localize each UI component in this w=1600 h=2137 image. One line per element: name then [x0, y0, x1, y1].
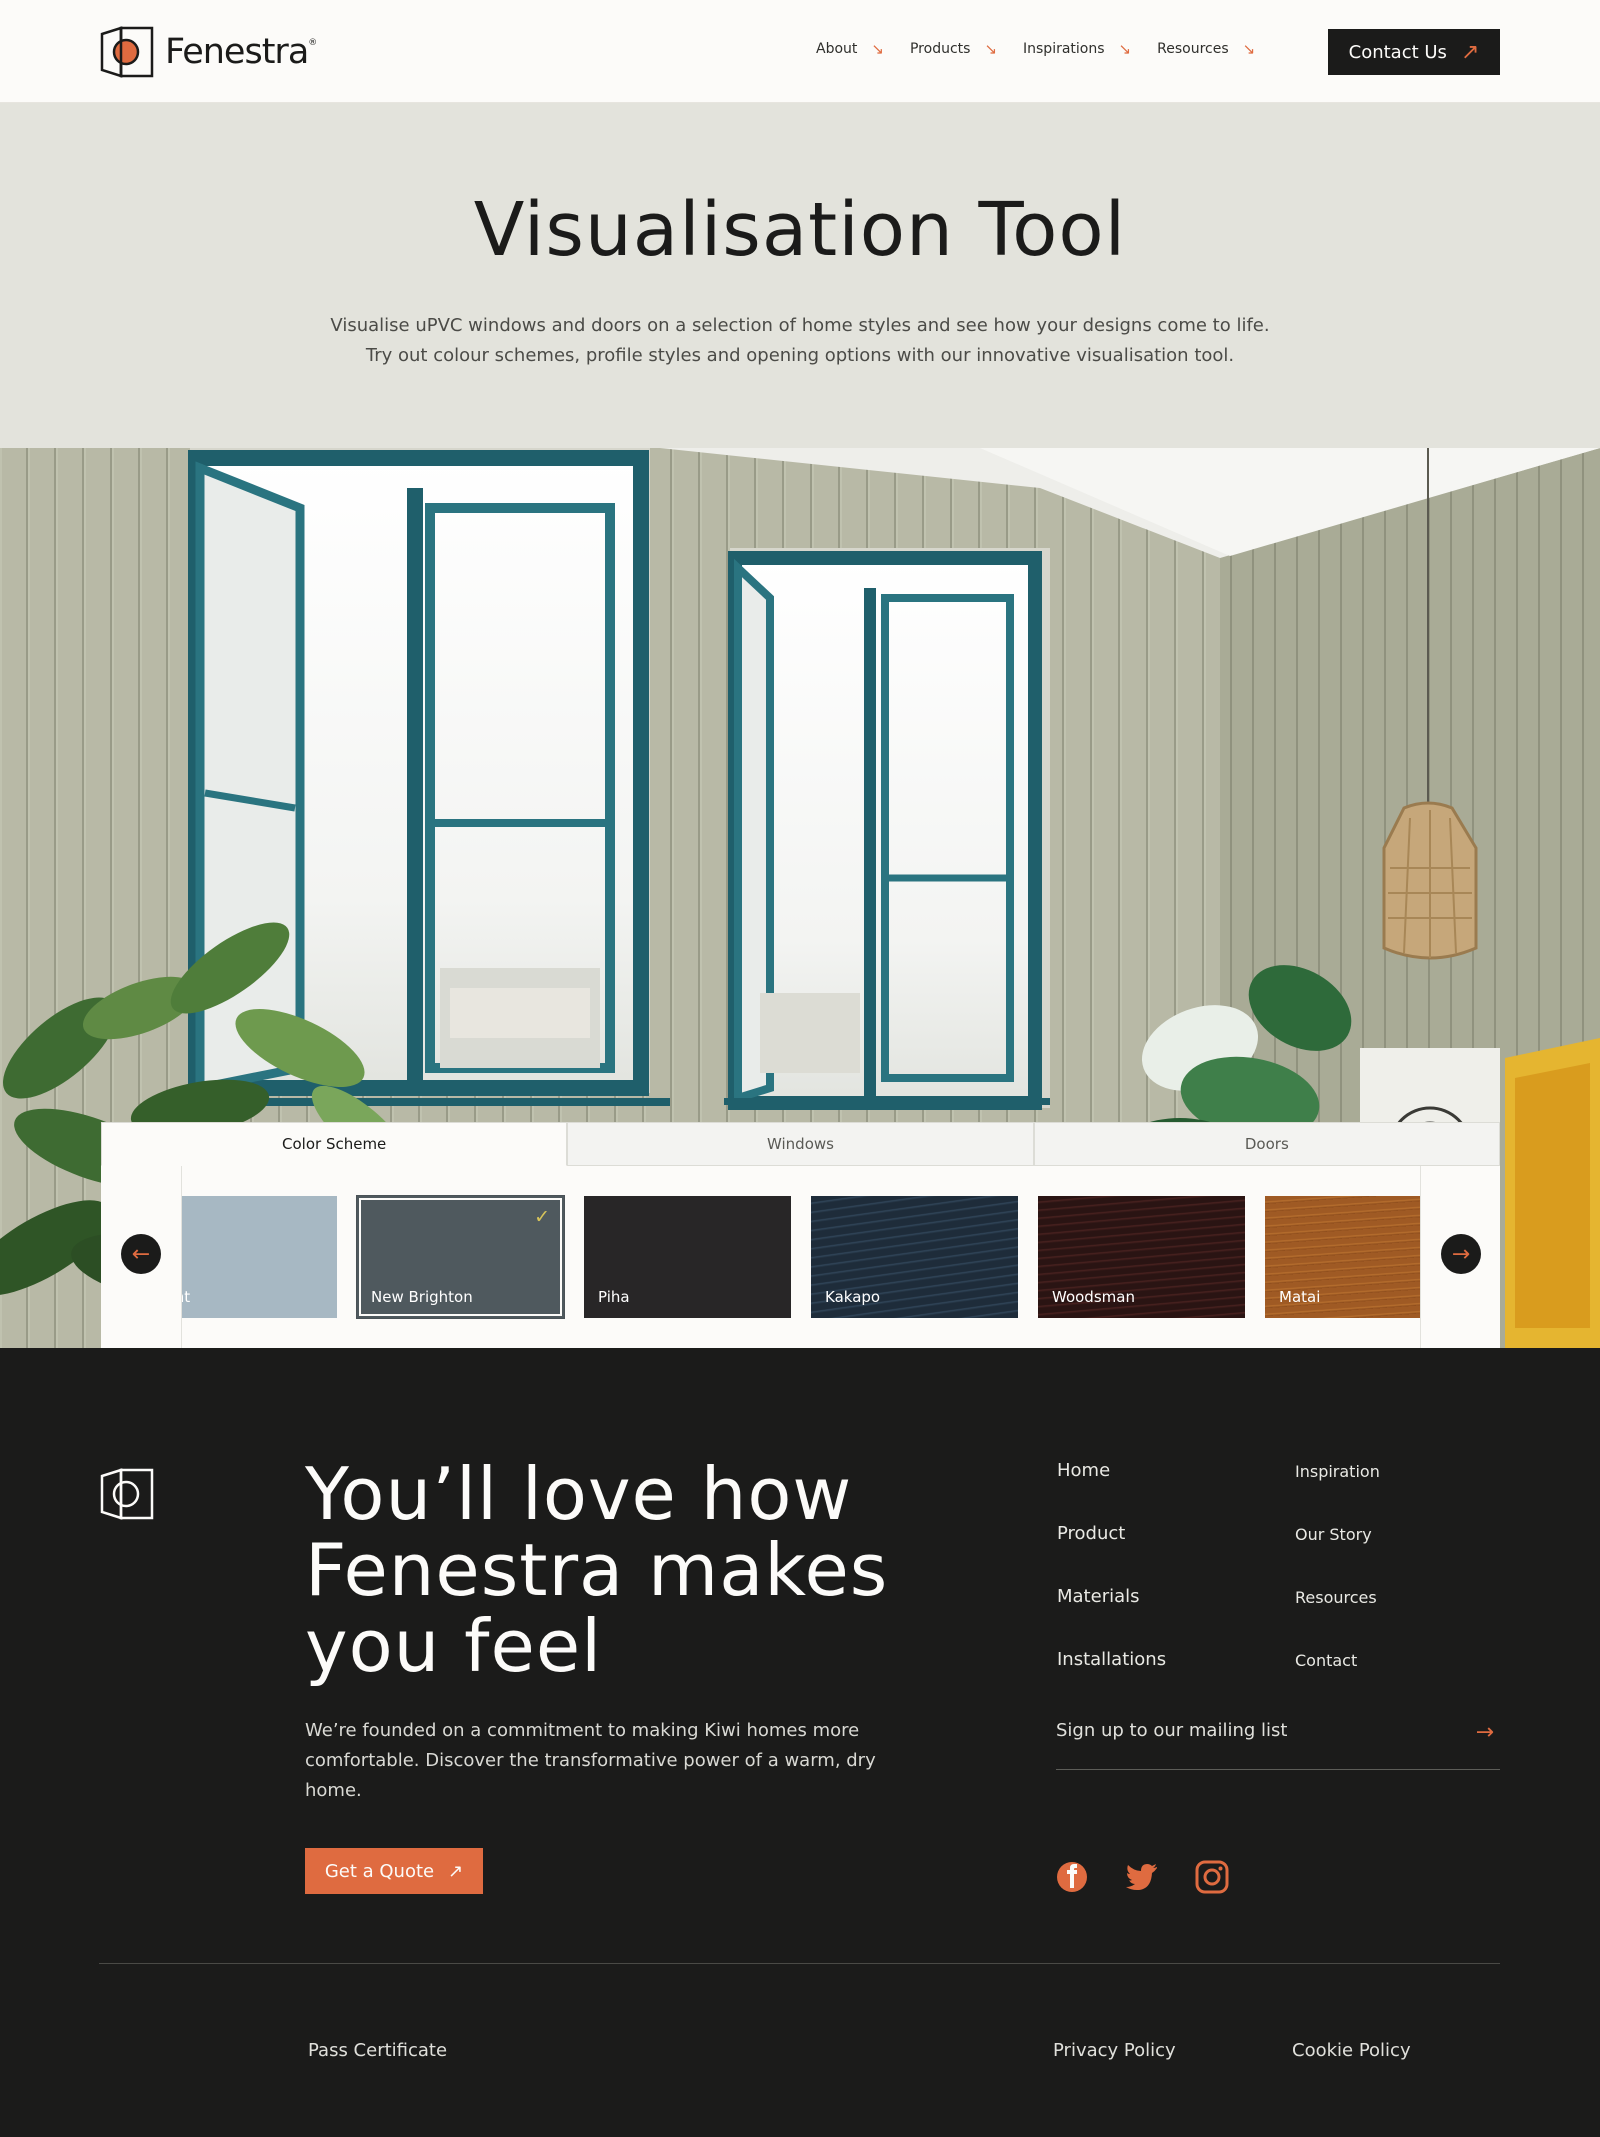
contact-us-button[interactable]: Contact Us ↗	[1328, 29, 1500, 75]
swatch-label: i Point	[182, 1288, 191, 1306]
nav-label: Inspirations	[1023, 41, 1105, 57]
arrow-right-icon: →	[1475, 1720, 1494, 1745]
swatch-matai[interactable]: Matai	[1265, 1196, 1420, 1318]
privacy-policy-link[interactable]: Privacy Policy	[1053, 2040, 1176, 2061]
footer-link-inspiration[interactable]: Inspiration	[1295, 1462, 1380, 1525]
mailing-list-signup[interactable]: Sign up to our mailing list →	[1056, 1720, 1500, 1770]
carousel-prev-button[interactable]: ←	[121, 1234, 161, 1274]
swatch-label: New Brighton	[371, 1288, 473, 1306]
swatch-new-brighton[interactable]: ✓ New Brighton	[357, 1196, 564, 1318]
arrow-down-right-icon: ↘	[984, 40, 998, 58]
hero-description: Visualise uPVC windows and doors on a se…	[0, 311, 1600, 371]
logo-wordmark: Fenestra®	[165, 32, 317, 72]
twitter-icon[interactable]	[1125, 1860, 1159, 1894]
arrow-right-icon: →	[1451, 1241, 1471, 1267]
logo-icon	[100, 26, 154, 78]
footer-link-our-story[interactable]: Our Story	[1295, 1525, 1380, 1588]
swatch-label: Matai	[1279, 1288, 1321, 1306]
footer-headline: You’ll love how Fenestra makes you feel	[305, 1452, 889, 1688]
hero-section: Visualisation Tool Visualise uPVC window…	[0, 103, 1600, 448]
mailing-list-label: Sign up to our mailing list	[1056, 1720, 1288, 1741]
nav-about[interactable]: About ↘	[816, 40, 884, 58]
footer-divider	[99, 1963, 1500, 1964]
footer-link-installations[interactable]: Installations	[1057, 1649, 1166, 1712]
tab-windows[interactable]: Windows	[567, 1122, 1034, 1166]
swatch-woodsman[interactable]: Woodsman	[1038, 1196, 1245, 1318]
nav-label: Resources	[1157, 41, 1229, 57]
carousel-next-button[interactable]: →	[1441, 1234, 1481, 1274]
arrow-down-right-icon: ↘	[1242, 40, 1256, 58]
site-footer: You’ll love how Fenestra makes you feel …	[0, 1348, 1600, 2137]
get-a-quote-button[interactable]: Get a Quote ↗	[305, 1848, 483, 1894]
contact-us-label: Contact Us	[1348, 41, 1447, 63]
tool-tabs: Color Scheme Windows Doors	[101, 1122, 1500, 1166]
site-header: Fenestra® About ↘ Products ↘ Inspiration…	[0, 0, 1600, 103]
arrow-up-right-icon: ↗	[1460, 39, 1480, 65]
nav-label: Products	[909, 41, 971, 57]
arrow-up-right-icon: ↗	[448, 1860, 464, 1882]
nav-inspirations[interactable]: Inspirations ↘	[1023, 40, 1131, 58]
checkmark-icon: ✓	[534, 1206, 550, 1228]
footer-link-resources[interactable]: Resources	[1295, 1588, 1380, 1651]
get-a-quote-label: Get a Quote	[324, 1860, 435, 1882]
footer-link-materials[interactable]: Materials	[1057, 1586, 1166, 1649]
footer-links-secondary: Inspiration Our Story Resources Contact	[1295, 1462, 1380, 1714]
footer-links-primary: Home Product Materials Installations	[1057, 1460, 1166, 1712]
cookie-policy-link[interactable]: Cookie Policy	[1292, 2040, 1411, 2061]
arrow-left-icon: ←	[131, 1241, 151, 1267]
color-swatch-carousel: i Point ✓ New Brighton Piha Kakapo Woods…	[181, 1166, 1421, 1348]
hero-line-1: Visualise uPVC windows and doors on a se…	[330, 315, 1270, 336]
instagram-icon[interactable]	[1195, 1860, 1229, 1894]
main-nav: About ↘ Products ↘ Inspirations ↘ Resour…	[816, 40, 1255, 58]
page-title: Visualisation Tool	[473, 187, 1127, 273]
swatch-label: Kakapo	[825, 1288, 881, 1306]
logo-outline-icon	[100, 1468, 154, 1520]
hero-line-2: Try out colour schemes, profile styles a…	[365, 345, 1235, 366]
nav-products[interactable]: Products ↘	[910, 40, 997, 58]
nav-resources[interactable]: Resources ↘	[1157, 40, 1255, 58]
swatch-label: Piha	[598, 1288, 630, 1306]
social-links	[1055, 1860, 1229, 1894]
tab-doors[interactable]: Doors	[1033, 1122, 1500, 1166]
footer-link-home[interactable]: Home	[1057, 1460, 1166, 1523]
nav-label: About	[816, 41, 858, 57]
footer-link-contact[interactable]: Contact	[1295, 1651, 1380, 1714]
footer-description: We’re founded on a commitment to making …	[305, 1720, 876, 1801]
facebook-icon[interactable]	[1055, 1860, 1089, 1894]
swatch-piha[interactable]: Piha	[584, 1196, 791, 1318]
swatch-track: i Point ✓ New Brighton Piha Kakapo Woods…	[182, 1196, 1420, 1318]
footer-link-product[interactable]: Product	[1057, 1523, 1166, 1586]
arrow-down-right-icon: ↘	[1118, 40, 1132, 58]
swatch-kakapo[interactable]: Kakapo	[811, 1196, 1018, 1318]
swatch-label: Woodsman	[1052, 1288, 1135, 1306]
pass-certificate-link[interactable]: Pass Certificate	[308, 2040, 447, 2061]
swatch-i-point[interactable]: i Point	[182, 1196, 337, 1318]
arrow-down-right-icon: ↘	[871, 40, 884, 58]
tab-color-scheme[interactable]: Color Scheme	[101, 1122, 568, 1166]
logo[interactable]: Fenestra®	[99, 24, 317, 80]
visualisation-tool-panel: Color Scheme Windows Doors ← i Point ✓ N…	[101, 1122, 1500, 1348]
